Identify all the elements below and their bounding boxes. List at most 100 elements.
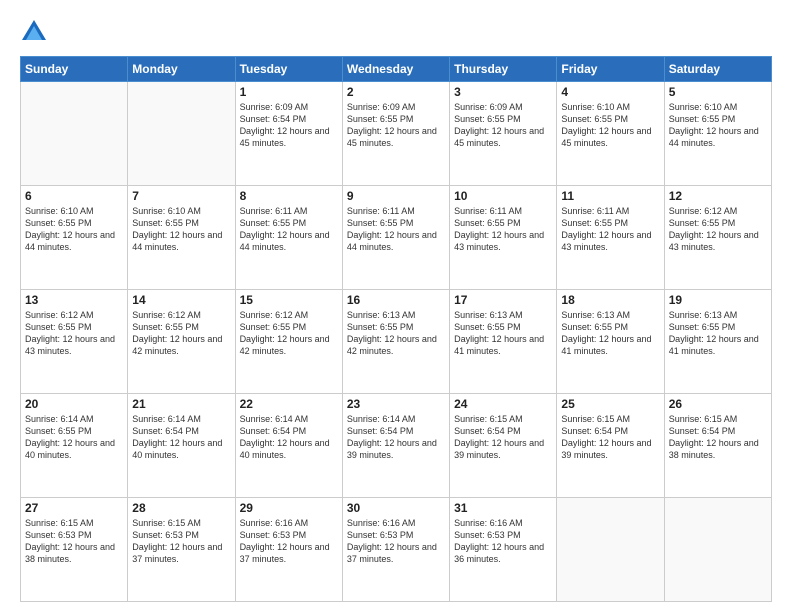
day-info: Sunrise: 6:10 AM Sunset: 6:55 PM Dayligh… xyxy=(25,205,123,254)
day-info: Sunrise: 6:10 AM Sunset: 6:55 PM Dayligh… xyxy=(132,205,230,254)
day-info: Sunrise: 6:14 AM Sunset: 6:55 PM Dayligh… xyxy=(25,413,123,462)
day-number: 22 xyxy=(240,397,338,411)
calendar-week-4: 20 Sunrise: 6:14 AM Sunset: 6:55 PM Dayli… xyxy=(21,394,772,498)
calendar-cell: 29 Sunrise: 6:16 AM Sunset: 6:53 PM Dayli… xyxy=(235,498,342,602)
calendar-cell: 14 Sunrise: 6:12 AM Sunset: 6:55 PM Dayli… xyxy=(128,290,235,394)
calendar-cell: 13 Sunrise: 6:12 AM Sunset: 6:55 PM Dayli… xyxy=(21,290,128,394)
day-number: 11 xyxy=(561,189,659,203)
calendar-cell xyxy=(21,82,128,186)
day-info: Sunrise: 6:12 AM Sunset: 6:55 PM Dayligh… xyxy=(132,309,230,358)
day-number: 1 xyxy=(240,85,338,99)
calendar-cell: 7 Sunrise: 6:10 AM Sunset: 6:55 PM Daylig… xyxy=(128,186,235,290)
calendar-cell: 10 Sunrise: 6:11 AM Sunset: 6:55 PM Dayli… xyxy=(450,186,557,290)
day-number: 14 xyxy=(132,293,230,307)
day-info: Sunrise: 6:11 AM Sunset: 6:55 PM Dayligh… xyxy=(561,205,659,254)
day-info: Sunrise: 6:15 AM Sunset: 6:53 PM Dayligh… xyxy=(132,517,230,566)
day-number: 25 xyxy=(561,397,659,411)
calendar-cell: 23 Sunrise: 6:14 AM Sunset: 6:54 PM Dayli… xyxy=(342,394,449,498)
calendar-cell: 11 Sunrise: 6:11 AM Sunset: 6:55 PM Dayli… xyxy=(557,186,664,290)
day-number: 7 xyxy=(132,189,230,203)
day-number: 17 xyxy=(454,293,552,307)
calendar-cell: 18Sunrise: 6:13 AM Sunset: 6:55 PM Dayli… xyxy=(557,290,664,394)
calendar-cell: 17 Sunrise: 6:13 AM Sunset: 6:55 PM Dayli… xyxy=(450,290,557,394)
day-number: 24 xyxy=(454,397,552,411)
day-info: Sunrise: 6:12 AM Sunset: 6:55 PM Dayligh… xyxy=(240,309,338,358)
day-number: 16 xyxy=(347,293,445,307)
day-number: 31 xyxy=(454,501,552,515)
day-number: 28 xyxy=(132,501,230,515)
day-number: 26 xyxy=(669,397,767,411)
day-info: Sunrise: 6:15 AM Sunset: 6:53 PM Dayligh… xyxy=(25,517,123,566)
day-info: Sunrise: 6:14 AM Sunset: 6:54 PM Dayligh… xyxy=(347,413,445,462)
calendar-cell: 31Sunrise: 6:16 AM Sunset: 6:53 PM Dayli… xyxy=(450,498,557,602)
day-info: Sunrise: 6:16 AM Sunset: 6:53 PM Dayligh… xyxy=(347,517,445,566)
day-number: 4 xyxy=(561,85,659,99)
day-number: 12 xyxy=(669,189,767,203)
day-info: Sunrise: 6:13 AM Sunset: 6:55 PM Dayligh… xyxy=(669,309,767,358)
calendar-cell: 1 Sunrise: 6:09 AM Sunset: 6:54 PM Daylig… xyxy=(235,82,342,186)
calendar-cell xyxy=(557,498,664,602)
day-info: Sunrise: 6:15 AM Sunset: 6:54 PM Dayligh… xyxy=(454,413,552,462)
weekday-header-sunday: Sunday xyxy=(21,57,128,82)
calendar-cell: 15 Sunrise: 6:12 AM Sunset: 6:55 PM Dayli… xyxy=(235,290,342,394)
weekday-header-saturday: Saturday xyxy=(664,57,771,82)
calendar-cell: 8 Sunrise: 6:11 AM Sunset: 6:55 PM Daylig… xyxy=(235,186,342,290)
calendar-cell xyxy=(664,498,771,602)
day-info: Sunrise: 6:12 AM Sunset: 6:55 PM Dayligh… xyxy=(669,205,767,254)
day-info: Sunrise: 6:11 AM Sunset: 6:55 PM Dayligh… xyxy=(347,205,445,254)
calendar-cell: 26 Sunrise: 6:15 AM Sunset: 6:54 PM Dayli… xyxy=(664,394,771,498)
day-number: 23 xyxy=(347,397,445,411)
calendar-cell: 9 Sunrise: 6:11 AM Sunset: 6:55 PM Daylig… xyxy=(342,186,449,290)
calendar-cell: 28 Sunrise: 6:15 AM Sunset: 6:53 PM Dayli… xyxy=(128,498,235,602)
day-info: Sunrise: 6:10 AM Sunset: 6:55 PM Dayligh… xyxy=(561,101,659,150)
calendar-cell xyxy=(128,82,235,186)
day-number: 29 xyxy=(240,501,338,515)
calendar-table: SundayMondayTuesdayWednesdayThursdayFrid… xyxy=(20,56,772,602)
day-info: Sunrise: 6:14 AM Sunset: 6:54 PM Dayligh… xyxy=(240,413,338,462)
calendar-cell: 27 Sunrise: 6:15 AM Sunset: 6:53 PM Dayli… xyxy=(21,498,128,602)
day-info: Sunrise: 6:09 AM Sunset: 6:54 PM Dayligh… xyxy=(240,101,338,150)
calendar-week-2: 6 Sunrise: 6:10 AM Sunset: 6:55 PM Daylig… xyxy=(21,186,772,290)
day-info: Sunrise: 6:12 AM Sunset: 6:55 PM Dayligh… xyxy=(25,309,123,358)
calendar-cell: 24 Sunrise: 6:15 AM Sunset: 6:54 PM Dayli… xyxy=(450,394,557,498)
calendar-week-5: 27 Sunrise: 6:15 AM Sunset: 6:53 PM Dayli… xyxy=(21,498,772,602)
day-number: 8 xyxy=(240,189,338,203)
calendar-cell: 5Sunrise: 6:10 AM Sunset: 6:55 PM Daylig… xyxy=(664,82,771,186)
day-info: Sunrise: 6:09 AM Sunset: 6:55 PM Dayligh… xyxy=(347,101,445,150)
day-info: Sunrise: 6:13 AM Sunset: 6:55 PM Dayligh… xyxy=(454,309,552,358)
day-info: Sunrise: 6:15 AM Sunset: 6:54 PM Dayligh… xyxy=(561,413,659,462)
day-number: 2 xyxy=(347,85,445,99)
day-number: 15 xyxy=(240,293,338,307)
day-number: 20 xyxy=(25,397,123,411)
logo xyxy=(20,18,52,46)
weekday-header-monday: Monday xyxy=(128,57,235,82)
calendar-cell: 30 Sunrise: 6:16 AM Sunset: 6:53 PM Dayli… xyxy=(342,498,449,602)
weekday-header-wednesday: Wednesday xyxy=(342,57,449,82)
calendar-cell: 12 Sunrise: 6:12 AM Sunset: 6:55 PM Dayli… xyxy=(664,186,771,290)
calendar-cell: 25 Sunrise: 6:15 AM Sunset: 6:54 PM Dayli… xyxy=(557,394,664,498)
day-info: Sunrise: 6:14 AM Sunset: 6:54 PM Dayligh… xyxy=(132,413,230,462)
calendar-cell: 2 Sunrise: 6:09 AM Sunset: 6:55 PM Daylig… xyxy=(342,82,449,186)
day-number: 9 xyxy=(347,189,445,203)
day-info: Sunrise: 6:10 AM Sunset: 6:55 PM Dayligh… xyxy=(669,101,767,150)
calendar-cell: 16 Sunrise: 6:13 AM Sunset: 6:55 PM Dayli… xyxy=(342,290,449,394)
day-info: Sunrise: 6:11 AM Sunset: 6:55 PM Dayligh… xyxy=(454,205,552,254)
day-number: 10 xyxy=(454,189,552,203)
day-info: Sunrise: 6:16 AM Sunset: 6:53 PM Dayligh… xyxy=(240,517,338,566)
calendar-cell: 3Sunrise: 6:09 AM Sunset: 6:55 PM Daylig… xyxy=(450,82,557,186)
day-number: 21 xyxy=(132,397,230,411)
calendar-week-1: 1 Sunrise: 6:09 AM Sunset: 6:54 PM Daylig… xyxy=(21,82,772,186)
day-number: 13 xyxy=(25,293,123,307)
day-number: 30 xyxy=(347,501,445,515)
calendar-cell: 6 Sunrise: 6:10 AM Sunset: 6:55 PM Daylig… xyxy=(21,186,128,290)
day-info: Sunrise: 6:15 AM Sunset: 6:54 PM Dayligh… xyxy=(669,413,767,462)
day-info: Sunrise: 6:11 AM Sunset: 6:55 PM Dayligh… xyxy=(240,205,338,254)
day-number: 6 xyxy=(25,189,123,203)
logo-icon xyxy=(20,18,48,46)
day-info: Sunrise: 6:13 AM Sunset: 6:55 PM Dayligh… xyxy=(347,309,445,358)
day-info: Sunrise: 6:13 AM Sunset: 6:55 PM Dayligh… xyxy=(561,309,659,358)
day-number: 27 xyxy=(25,501,123,515)
day-info: Sunrise: 6:09 AM Sunset: 6:55 PM Dayligh… xyxy=(454,101,552,150)
page: SundayMondayTuesdayWednesdayThursdayFrid… xyxy=(0,0,792,612)
weekday-header-row: SundayMondayTuesdayWednesdayThursdayFrid… xyxy=(21,57,772,82)
